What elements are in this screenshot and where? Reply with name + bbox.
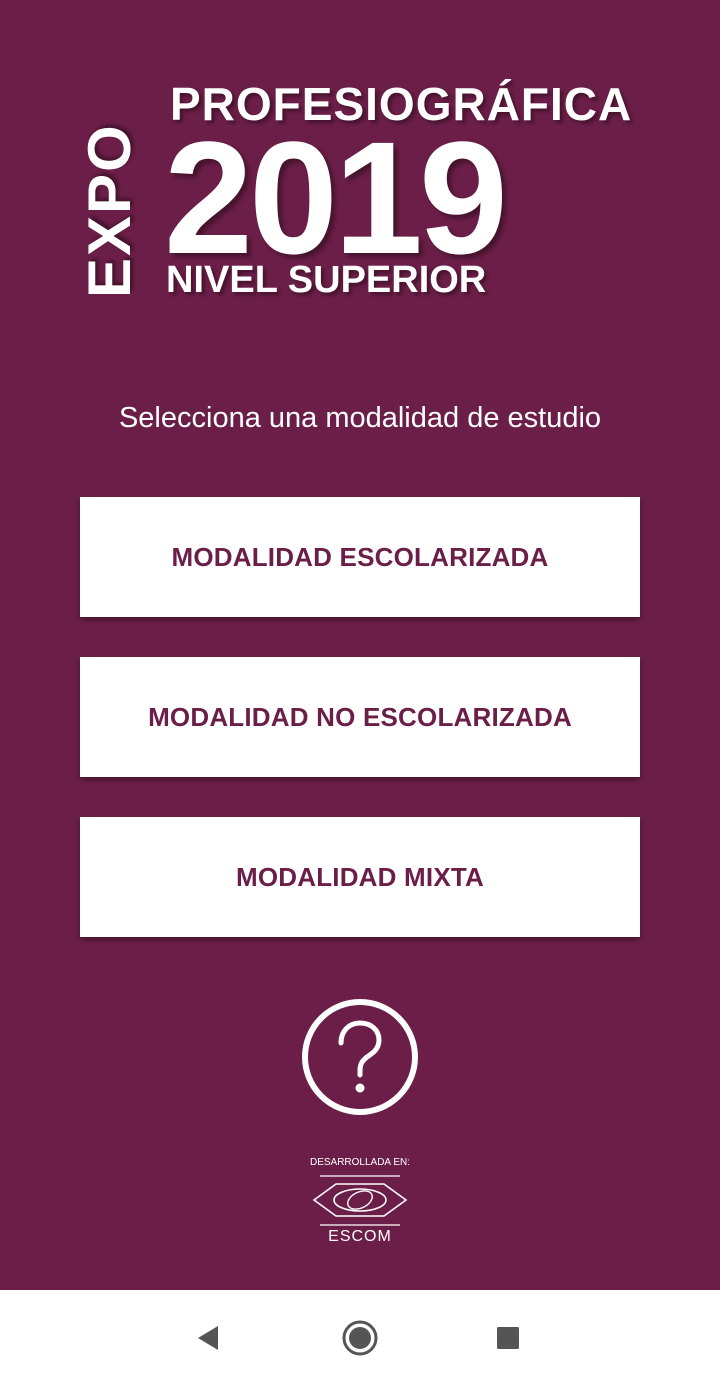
system-navigation-bar [0,1290,720,1386]
back-triangle-icon [198,1326,218,1350]
institution-name: ESCOM [328,1228,392,1245]
mode-no-escolarizada-button[interactable]: MODALIDAD NO ESCOLARIZADA [80,657,640,777]
logo-subtitle: NIVEL SUPERIOR [166,260,493,300]
selection-prompt: Selecciona una modalidad de estudio [118,402,602,434]
help-button[interactable] [300,997,420,1117]
mode-escolarizada-button[interactable]: MODALIDAD ESCOLARIZADA [80,497,640,617]
mode-mixta-button[interactable]: MODALIDAD MIXTA [80,817,640,937]
help-circle-icon [302,999,418,1115]
recent-square-icon [497,1327,519,1349]
nav-recent-button[interactable] [488,1318,528,1358]
escom-logo-icon [312,1175,408,1226]
expo-logo: EXPO PROFESIOGRÁFICA 2019 NIVEL SUPERIOR [76,78,633,301]
nav-back-button[interactable] [188,1318,228,1358]
nav-home-button[interactable] [340,1318,380,1358]
developed-at-label: DESARROLLADA EN: [309,1157,411,1168]
developer-credit: DESARROLLADA EN: ESCOM [306,1156,414,1252]
home-circle-icon [342,1320,378,1356]
main-screen: EXPO PROFESIOGRÁFICA 2019 NIVEL SUPERIOR… [0,0,720,1290]
logo-year: 2019 [164,108,508,287]
